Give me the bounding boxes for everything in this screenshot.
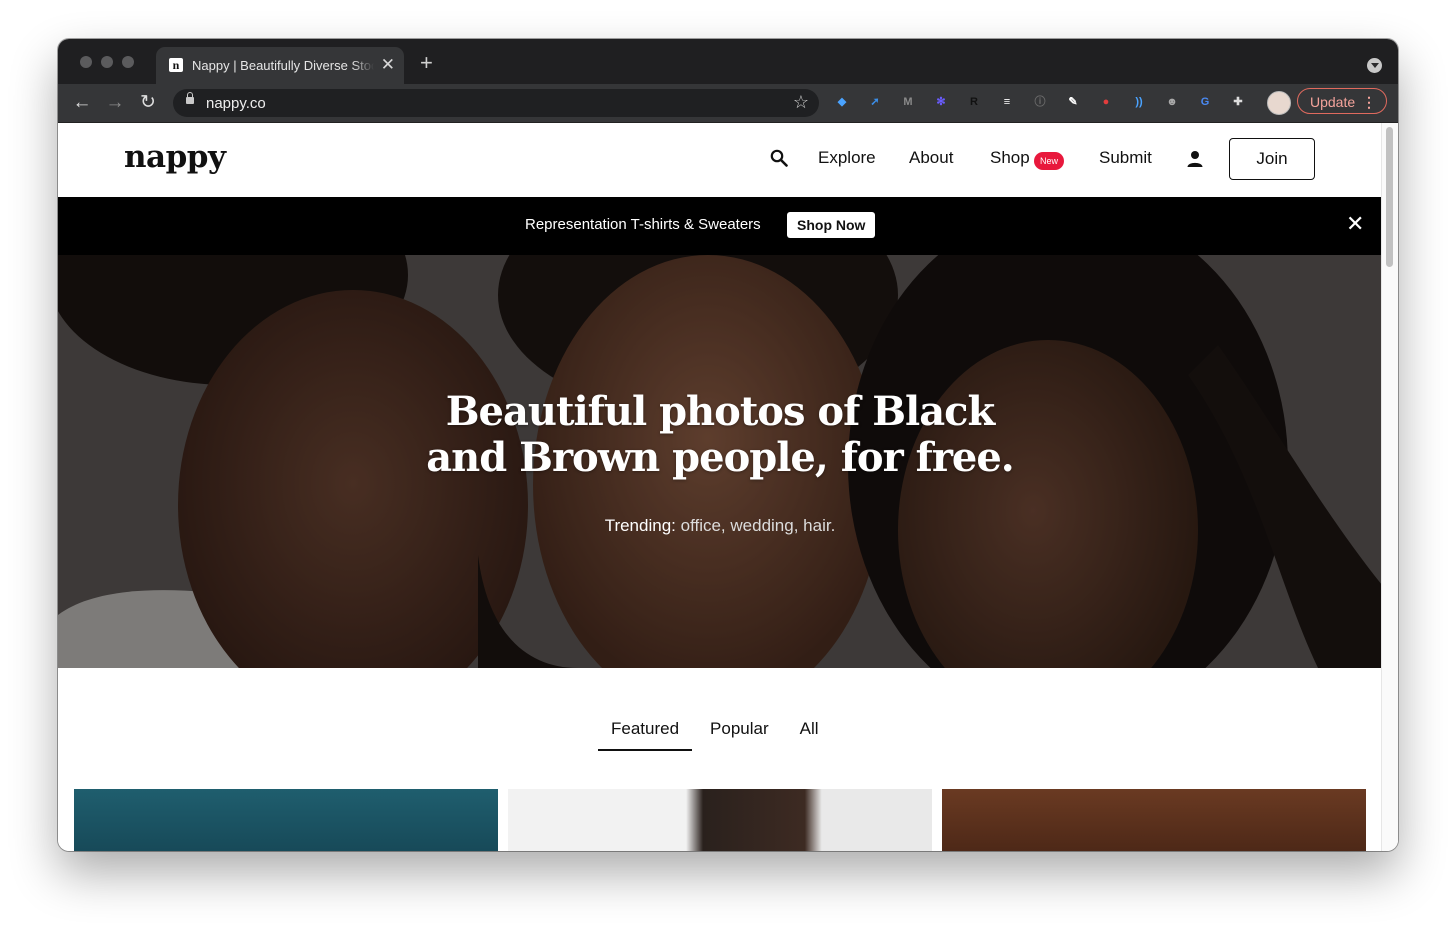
photo-card[interactable]: [74, 789, 498, 851]
site-header: nappy Explore About Shop New Submit Join: [58, 123, 1382, 197]
user-icon[interactable]: [1186, 150, 1204, 168]
browser-window: n Nappy | Beautifully Diverse Stock Phot…: [58, 39, 1398, 851]
notes-ext-icon[interactable]: ≡: [998, 93, 1016, 111]
nav-explore[interactable]: Explore: [818, 148, 876, 168]
maximize-window-button[interactable]: [122, 56, 134, 68]
photo-card[interactable]: [942, 789, 1366, 851]
tab-popular[interactable]: Popular: [697, 719, 782, 751]
address-bar[interactable]: nappy.co ☆: [173, 89, 819, 117]
nav-submit[interactable]: Submit: [1099, 148, 1152, 168]
browser-menu-icon[interactable]: ⋮: [1362, 89, 1376, 115]
hero-title-line-2: and Brown people, for free.: [426, 434, 1014, 481]
promo-banner: Representation T-shirts & Sweaters Shop …: [58, 197, 1382, 255]
close-icon[interactable]: ✕: [1346, 212, 1364, 236]
hero-section: Beautiful photos of Black and Brown peop…: [58, 255, 1382, 668]
tab-title: Nappy | Beautifully Diverse Stock Photos: [192, 58, 374, 73]
update-label: Update: [1310, 94, 1356, 110]
lock-icon[interactable]: [186, 92, 194, 104]
profile-avatar[interactable]: [1267, 91, 1291, 115]
browser-tab-active[interactable]: n Nappy | Beautifully Diverse Stock Phot…: [156, 47, 404, 84]
extensions-bar: ◆ ➚ M ✻ R ≡ ⓘ ✎ ●)) ☻ G ✚: [833, 93, 1247, 111]
tab-search-icon[interactable]: [1367, 58, 1382, 73]
trending-label: Trending:: [604, 516, 676, 535]
pokeball-ext-icon[interactable]: ●: [1097, 93, 1115, 111]
search-icon[interactable]: [770, 149, 788, 167]
shop-now-button[interactable]: Shop Now: [787, 212, 876, 238]
new-tab-button[interactable]: +: [420, 52, 433, 74]
tab-strip: n Nappy | Beautifully Diverse Stock Phot…: [58, 39, 1398, 84]
promo-text: Representation T-shirts & Sweaters: [525, 216, 761, 233]
filter-tabs: Featured Popular All: [598, 719, 832, 751]
trending-links[interactable]: office, wedding, hair.: [681, 516, 836, 535]
monkey-ext-icon[interactable]: ☻: [1163, 93, 1181, 111]
nappy-logo[interactable]: nappy: [124, 139, 226, 175]
browser-toolbar: ← → ↻ nappy.co ☆ ◆ ➚ M ✻ R ≡ ⓘ ✎ ●)) ☻ G ✚ Update ⋮: [58, 84, 1398, 123]
window-controls: [80, 56, 134, 68]
cast-ext-icon[interactable]: )): [1130, 93, 1148, 111]
diamond-ext-icon[interactable]: ◆: [833, 93, 851, 111]
info-ext-icon[interactable]: ⓘ: [1031, 93, 1049, 111]
url-text[interactable]: nappy.co: [206, 95, 266, 112]
nav-shop[interactable]: Shop: [990, 148, 1030, 168]
tab-close-icon[interactable]: ✕: [381, 55, 395, 75]
share-ext-icon[interactable]: ➚: [866, 93, 884, 111]
photo-card[interactable]: [508, 789, 932, 851]
snowflake-ext-icon[interactable]: ✻: [932, 93, 950, 111]
scrollbar[interactable]: [1381, 123, 1398, 851]
puzzle-ext-icon[interactable]: ✚: [1229, 93, 1247, 111]
close-window-button[interactable]: [80, 56, 92, 68]
hero-title: Beautiful photos of Black and Brown peop…: [58, 389, 1382, 481]
minimize-window-button[interactable]: [101, 56, 113, 68]
join-button[interactable]: Join: [1229, 138, 1315, 180]
forward-button[interactable]: →: [105, 93, 125, 113]
update-button[interactable]: Update ⋮: [1297, 88, 1387, 114]
tab-featured[interactable]: Featured: [598, 719, 693, 751]
bookmark-star-icon[interactable]: ☆: [793, 92, 809, 113]
r-ext-icon[interactable]: R: [965, 93, 983, 111]
reload-button[interactable]: ↻: [138, 93, 158, 113]
nav-about[interactable]: About: [909, 148, 953, 168]
nappy-favicon-icon: n: [169, 58, 183, 72]
trending-line: Trending: office, wedding, hair.: [58, 516, 1382, 536]
page-viewport: nappy Explore About Shop New Submit Join…: [58, 123, 1398, 851]
edit-ext-icon[interactable]: ✎: [1064, 93, 1082, 111]
shop-new-badge: New: [1034, 152, 1065, 170]
back-button[interactable]: ←: [72, 93, 92, 113]
tab-all[interactable]: All: [787, 719, 832, 751]
hero-title-line-1: Beautiful photos of Black: [445, 388, 995, 435]
scrollbar-thumb[interactable]: [1386, 127, 1393, 267]
translate-ext-icon[interactable]: G: [1196, 93, 1214, 111]
m-ext-icon[interactable]: M: [899, 93, 917, 111]
